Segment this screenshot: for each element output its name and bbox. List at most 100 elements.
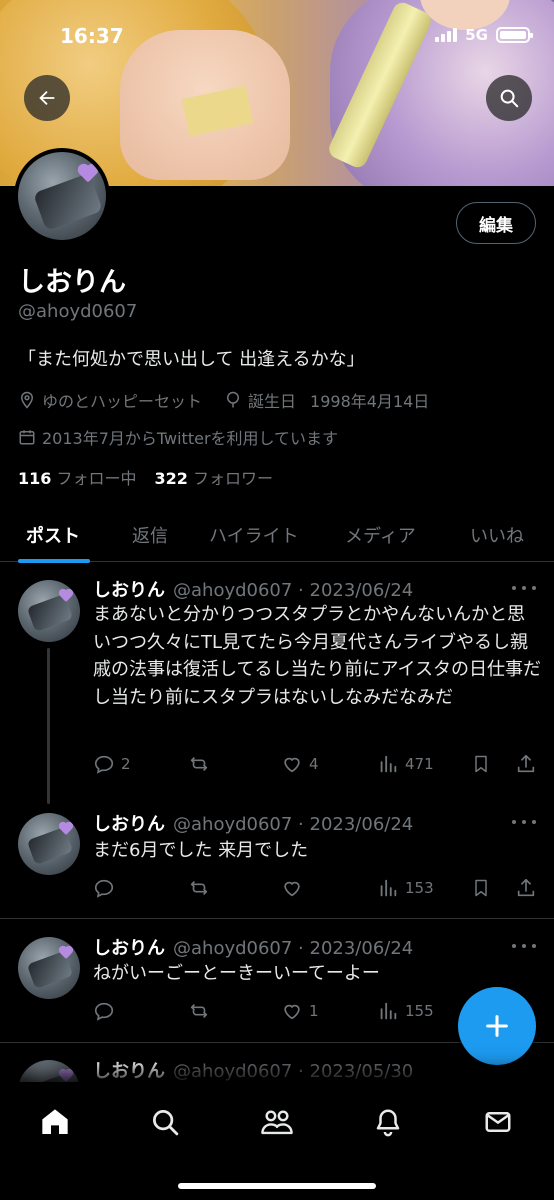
retweet-button[interactable] — [187, 999, 217, 1023]
status-icons: 5G — [435, 26, 533, 44]
views-button[interactable]: 155 — [377, 999, 434, 1023]
nav-home[interactable] — [35, 1102, 75, 1142]
profile-joined: 2013年7月からTwitterを利用しています — [42, 429, 339, 448]
reply-count: 2 — [121, 755, 131, 773]
like-count: 1 — [309, 1002, 319, 1020]
share-icon — [517, 878, 535, 897]
cellular-signal-icon — [435, 28, 458, 42]
explore-icon — [153, 1110, 179, 1136]
followers-label: フォロワー — [193, 469, 274, 488]
following-count: 116 — [18, 469, 52, 488]
battery-icon — [496, 27, 533, 43]
reply-icon — [94, 755, 114, 774]
post-author-name[interactable]: しおりん — [93, 580, 165, 601]
home-icon — [42, 1109, 68, 1134]
post-avatar[interactable] — [18, 813, 80, 875]
post-author-name[interactable]: しおりん — [93, 938, 165, 959]
post-handle-date: @ahoyd0607 · 2023/06/24 — [173, 814, 414, 835]
heart-sticker-icon — [60, 1070, 72, 1082]
profile-handle: @ahoyd0607 — [18, 301, 138, 322]
like-icon — [284, 881, 300, 897]
compose-post-button[interactable] — [458, 987, 536, 1065]
search-button[interactable] — [486, 75, 532, 121]
post-header: しおりん @ahoyd0607 · 2023/05/30 — [93, 1057, 413, 1083]
nav-explore[interactable] — [145, 1102, 185, 1142]
post-avatar[interactable] — [18, 937, 80, 999]
retweet-icon — [190, 880, 208, 896]
birthday-label: 誕生日 — [248, 392, 297, 411]
home-indicator — [178, 1183, 376, 1189]
post-divider — [0, 918, 554, 919]
post-author-name[interactable]: しおりん — [93, 1061, 165, 1082]
back-arrow-icon — [39, 90, 55, 106]
tab-highlights[interactable]: ハイライト — [209, 508, 299, 562]
share-button[interactable] — [515, 752, 537, 776]
messages-icon — [485, 1112, 511, 1132]
bookmark-icon — [475, 755, 487, 773]
views-button[interactable]: 471 — [377, 752, 434, 776]
follow-stats: 116 フォロー中 322 フォロワー — [18, 465, 273, 489]
more-options-icon[interactable] — [512, 584, 536, 592]
post-text: まあないと分かりつつスタプラとかやんないんかと思いつつ久々にTL見てたら今月夏代… — [93, 604, 542, 708]
like-icon — [284, 1004, 300, 1020]
like-button[interactable]: 1 — [281, 999, 319, 1023]
nav-notifications[interactable] — [368, 1102, 408, 1142]
like-button[interactable]: 4 — [281, 752, 319, 776]
like-button[interactable] — [281, 876, 309, 900]
heart-sticker-icon — [60, 823, 72, 835]
reply-button[interactable] — [93, 876, 121, 900]
heart-sticker-icon — [60, 947, 72, 959]
post-actions: 2 4 471 — [93, 752, 539, 776]
reply-icon — [94, 1002, 114, 1021]
profile-location: ゆのとハッピーセット — [42, 392, 203, 411]
retweet-icon — [190, 756, 208, 772]
profile-tabs: ポスト 返信 ハイライト メディア いいね — [0, 508, 554, 563]
post-avatar[interactable] — [18, 580, 80, 642]
profile-birthday: 1998年4月14日 — [310, 392, 430, 411]
profile-avatar[interactable] — [14, 148, 110, 244]
status-time: 16:37 — [60, 24, 124, 48]
like-icon — [284, 757, 300, 773]
post-text: ねがいーごーとーきーいーてーよー — [93, 963, 380, 984]
views-icon — [380, 755, 397, 773]
network-type: 5G — [465, 26, 488, 44]
profile-joined-row: 2013年7月からTwitterを利用しています — [18, 425, 338, 449]
profile-bio: 「また何処かで思い出して 出逢えるかな」 — [18, 349, 365, 370]
nav-communities[interactable] — [257, 1102, 297, 1142]
nav-messages[interactable] — [478, 1102, 518, 1142]
share-icon — [517, 754, 535, 773]
thread-line — [47, 648, 50, 804]
post-author-name[interactable]: しおりん — [93, 814, 165, 835]
tab-replies[interactable]: 返信 — [132, 508, 168, 562]
more-options-icon[interactable] — [512, 818, 536, 826]
reply-button[interactable]: 2 — [93, 752, 131, 776]
retweet-button[interactable] — [187, 752, 217, 776]
calendar-icon — [19, 430, 35, 445]
views-button[interactable]: 153 — [377, 876, 434, 900]
like-count: 4 — [309, 755, 319, 773]
view-count: 471 — [405, 755, 434, 773]
reply-button[interactable] — [93, 999, 121, 1023]
post-handle-date: @ahoyd0607 · 2023/06/24 — [173, 938, 414, 959]
view-count: 155 — [405, 1002, 434, 1020]
reply-icon — [94, 879, 114, 898]
following-link[interactable]: 116 フォロー中 — [18, 465, 137, 489]
tab-posts[interactable]: ポスト — [18, 508, 90, 563]
post-header: しおりん @ahoyd0607 · 2023/06/24 — [93, 934, 413, 960]
bookmark-button[interactable] — [471, 876, 491, 900]
bookmark-button[interactable] — [471, 752, 491, 776]
heart-sticker-icon — [79, 165, 97, 183]
tab-media[interactable]: メディア — [345, 508, 416, 562]
view-count: 153 — [405, 879, 434, 897]
bookmark-icon — [475, 879, 487, 897]
heart-sticker-icon — [60, 590, 72, 602]
more-options-icon[interactable] — [512, 942, 536, 950]
followers-link[interactable]: 322 フォロワー — [155, 465, 274, 489]
retweet-button[interactable] — [187, 876, 217, 900]
post-text: まだ6月でした 来月でした — [93, 840, 309, 861]
edit-profile-button[interactable]: 編集 — [456, 202, 536, 244]
tab-likes[interactable]: いいね — [470, 508, 524, 562]
profile-meta-row: ゆのとハッピーセット 誕生日 1998年4月14日 — [18, 388, 429, 412]
back-button[interactable] — [24, 75, 70, 121]
share-button[interactable] — [515, 876, 537, 900]
